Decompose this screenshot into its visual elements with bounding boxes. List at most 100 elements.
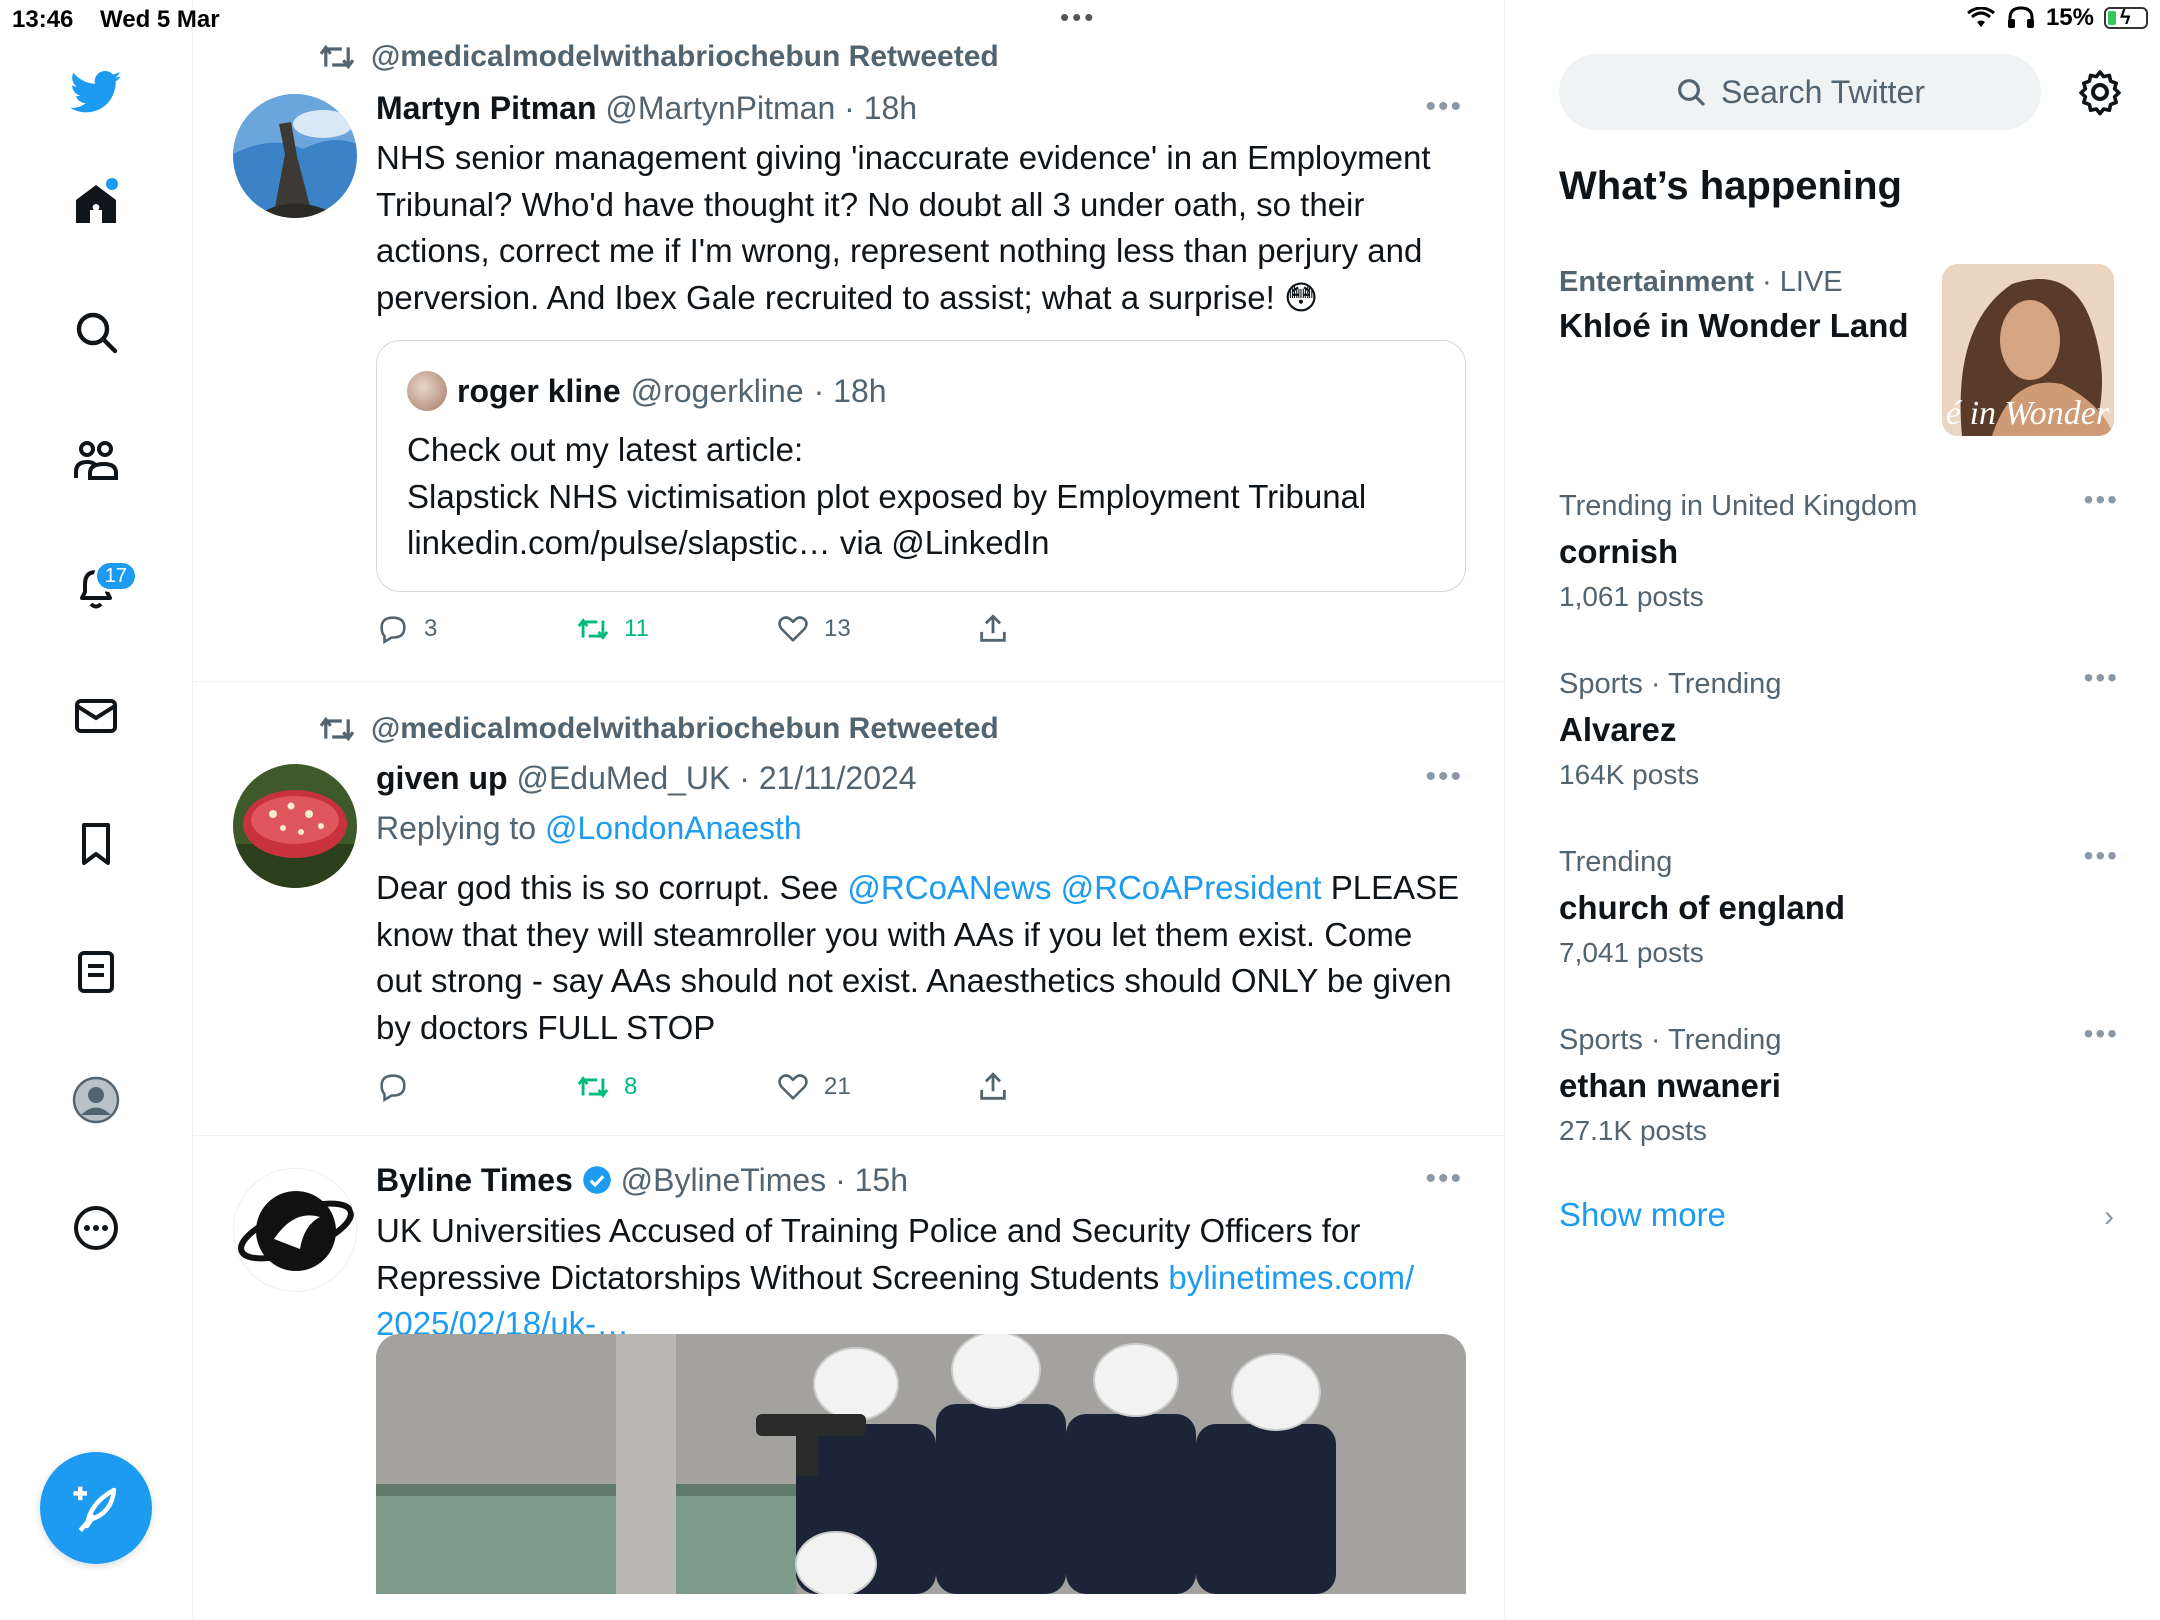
twitter-logo-icon[interactable]: [56, 52, 136, 132]
tweet-link[interactable]: bylinetimes.com/: [1168, 1259, 1414, 1296]
wifi-icon: [1967, 7, 1995, 27]
featured-image-text: é in Wonder L: [1946, 395, 2114, 432]
settings-gear-icon[interactable]: [2076, 68, 2124, 116]
nav-profile[interactable]: [56, 1060, 136, 1140]
tweet[interactable]: @medicalmodelwithabriochebun Retweeted g…: [193, 682, 1504, 1136]
retweet-icon: [319, 44, 355, 70]
tweet[interactable]: Byline Times @BylineTimes · 15h ••• UK U…: [193, 1136, 1504, 1620]
nav-bookmarks[interactable]: [56, 804, 136, 884]
trend-name: church of england: [1559, 889, 1846, 926]
replying-to-link[interactable]: @LondonAnaesth: [545, 810, 802, 846]
bookmark-icon: [82, 823, 110, 865]
more-options-icon[interactable]: •••: [1425, 90, 1463, 124]
nav-messages[interactable]: [56, 676, 136, 756]
featured-category: Entertainment: [1559, 266, 1754, 298]
heart-icon: [778, 616, 808, 642]
author-handle[interactable]: @MartynPitman: [605, 90, 835, 126]
featured-status: · LIVE: [1762, 266, 1843, 298]
tweet-media-image[interactable]: [376, 1334, 1466, 1594]
lists-icon: [78, 951, 114, 993]
reply-count: 3: [424, 615, 438, 642]
tweet-header: Martyn Pitman @MartynPitman · 18h: [376, 90, 917, 127]
author-handle[interactable]: @EduMed_UK: [516, 760, 730, 796]
more-options-icon[interactable]: •••: [1425, 1162, 1463, 1196]
nav-notifications[interactable]: 17: [56, 548, 138, 628]
replying-to: Replying to @LondonAnaesth: [376, 810, 802, 847]
quoted-avatar: [407, 371, 447, 411]
chevron-right-icon[interactable]: ›: [2104, 1200, 2114, 1234]
retweet-icon: [319, 716, 355, 742]
trend-more-icon[interactable]: •••: [2084, 1018, 2119, 1050]
share-button[interactable]: [976, 612, 1176, 646]
compose-tweet-button[interactable]: [40, 1452, 152, 1564]
retweet-button[interactable]: 8: [576, 1070, 776, 1104]
nav-communities[interactable]: [56, 420, 136, 500]
tweet-time[interactable]: · 18h: [844, 90, 917, 126]
nav-lists[interactable]: [56, 932, 136, 1012]
trend-more-icon[interactable]: •••: [2084, 484, 2119, 516]
retweet-icon: [577, 1076, 609, 1098]
home-unread-dot: [106, 178, 118, 190]
heart-icon: [778, 1074, 808, 1100]
avatar[interactable]: [233, 1168, 357, 1292]
communities-icon: [74, 441, 118, 480]
quoted-line-2: Slapstick NHS victimisation plot exposed…: [407, 477, 1367, 515]
trend-item[interactable]: Trending church of england 7,041 posts •…: [1559, 840, 2119, 969]
more-circle-icon: [74, 1206, 118, 1250]
trend-meta: Trending in United Kingdom: [1559, 490, 1918, 522]
tweet[interactable]: @medicalmodelwithabriochebun Retweeted M…: [193, 0, 1504, 682]
more-options-icon[interactable]: •••: [1425, 760, 1463, 794]
quoted-line-1: Check out my latest article:: [407, 431, 804, 468]
author-name[interactable]: given up: [376, 760, 508, 796]
search-input[interactable]: Search Twitter: [1559, 54, 2041, 130]
like-button[interactable]: 13: [776, 612, 976, 646]
search-icon: [76, 312, 118, 354]
status-bar: 13:46 Wed 5 Mar ••• 15% ϟ: [0, 0, 2160, 40]
trend-item[interactable]: Trending in United Kingdom cornish 1,061…: [1559, 484, 2119, 613]
avatar[interactable]: [233, 94, 357, 218]
share-icon: [980, 1072, 1006, 1100]
retweet-context: @medicalmodelwithabriochebun Retweeted: [317, 712, 999, 746]
replying-to-label: Replying to: [376, 810, 537, 846]
nav-more[interactable]: [56, 1188, 136, 1268]
trend-more-icon[interactable]: •••: [2084, 840, 2119, 872]
trend-name: Alvarez: [1559, 711, 1677, 748]
author-handle[interactable]: @BylineTimes: [621, 1162, 827, 1198]
quoted-tweet[interactable]: roger kline @rogerkline · 18h Check out …: [376, 340, 1466, 592]
mention-link[interactable]: @RCoANews: [847, 869, 1051, 906]
nav-home[interactable]: [56, 164, 136, 244]
author-name[interactable]: Martyn Pitman: [376, 90, 596, 126]
avatar[interactable]: [233, 764, 357, 888]
retweet-button[interactable]: 11: [576, 612, 776, 646]
reply-button[interactable]: [376, 1070, 576, 1104]
trend-count: 27.1K posts: [1559, 1115, 1707, 1146]
battery-percent: 15%: [2045, 4, 2094, 31]
retweet-count: 8: [624, 1073, 638, 1100]
right-sidebar: Search Twitter What’s happening Entertai…: [1506, 0, 2160, 1620]
trend-count: 1,061 posts: [1559, 581, 1704, 612]
trend-item[interactable]: Sports · Trending ethan nwaneri 27.1K po…: [1559, 1018, 2119, 1147]
tweet-time[interactable]: · 21/11/2024: [739, 760, 916, 796]
trend-meta: Trending: [1559, 846, 1673, 878]
tweet-text: Dear god this is so corrupt. See @RCoANe…: [376, 865, 1466, 1051]
reply-button[interactable]: 3: [376, 612, 576, 646]
retweet-count: 11: [624, 615, 649, 642]
status-right: 15% ϟ: [1966, 4, 2148, 32]
quoted-tweet-text: Check out my latest article: Slapstick N…: [407, 427, 1447, 567]
featured-trend-image[interactable]: é in Wonder L: [1942, 264, 2114, 436]
headphones-icon: [2007, 6, 2034, 28]
retweeted-by-label: @medicalmodelwithabriochebun Retweeted: [371, 40, 999, 73]
trend-item[interactable]: Sports · Trending Alvarez 164K posts •••: [1559, 662, 2119, 791]
quoted-tweet-header: roger kline @rogerkline · 18h: [407, 371, 887, 411]
nav-explore[interactable]: [56, 292, 136, 372]
author-name[interactable]: Byline Times: [376, 1162, 573, 1198]
quoted-author-handle: @rogerkline: [630, 372, 804, 409]
like-button[interactable]: 21: [776, 1070, 976, 1104]
mention-link[interactable]: @RCoAPresident: [1061, 869, 1322, 906]
tweet-time[interactable]: · 15h: [835, 1162, 908, 1198]
tweet-text: UK Universities Accused of Training Poli…: [376, 1208, 1466, 1348]
share-button[interactable]: [976, 1070, 1176, 1104]
trend-more-icon[interactable]: •••: [2084, 662, 2119, 694]
show-more-link[interactable]: Show more: [1559, 1196, 1726, 1234]
multitasking-dots-icon[interactable]: •••: [1060, 2, 1096, 33]
